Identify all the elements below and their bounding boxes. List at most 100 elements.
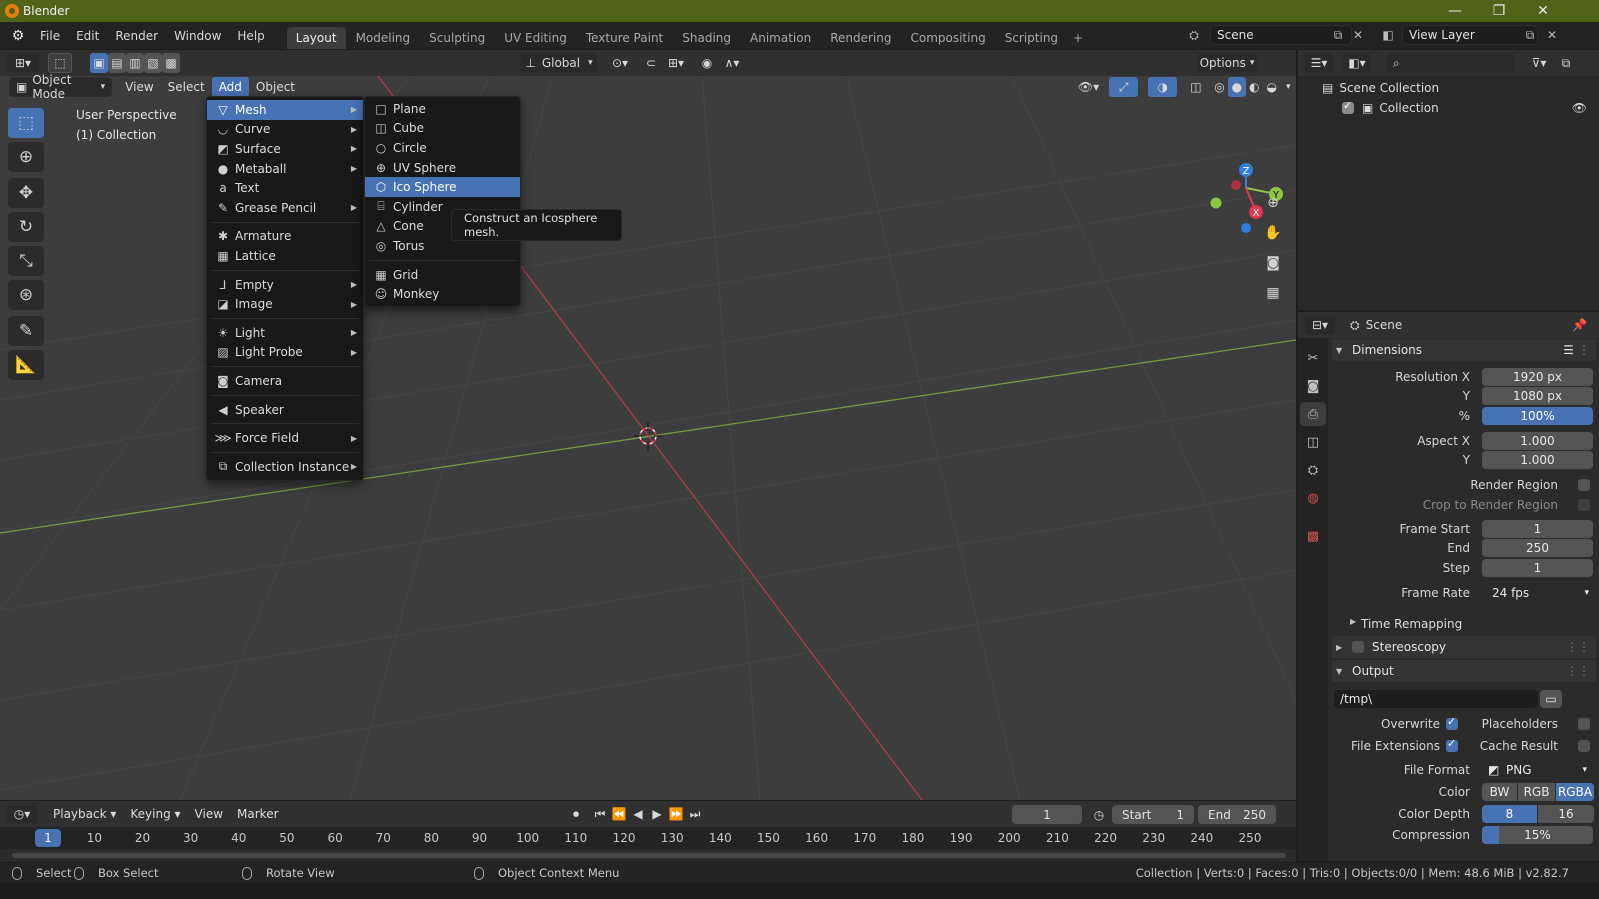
add-menu-item-text[interactable]: a Text <box>207 178 363 198</box>
visibility-icon[interactable]: 👁▾ <box>1074 77 1103 97</box>
maximize-button[interactable]: ❐ <box>1477 0 1521 22</box>
overwrite-checkbox[interactable] <box>1446 715 1458 730</box>
wireframe-shading-icon[interactable]: ◎ <box>1211 77 1228 97</box>
add-menu-item-force-field[interactable]: ⋙ Force Field ▶ <box>207 428 363 448</box>
drag-handle-icon[interactable]: ⋮⋮ <box>1566 343 1590 357</box>
color-rgb-button[interactable]: RGB <box>1518 783 1555 801</box>
compression-slider[interactable]: 15% <box>1482 826 1593 844</box>
tab-texture-paint[interactable]: Texture Paint <box>577 27 672 49</box>
3d-viewport[interactable]: ⊞▾ ⬚ ▣ ▤ ▥ ▧ ▩ ⊥ Global ▾ ⊙▾ ⊂ ⊞▾ ◉ ∧▾ Opt… <box>0 50 1296 800</box>
add-workspace-button[interactable]: + <box>1068 27 1088 49</box>
mesh-menu-item-cube[interactable]: ◫ Cube <box>365 119 520 139</box>
scene-collection-row[interactable]: ▤ Scene Collection <box>1298 78 1599 98</box>
add-menu-item-metaball[interactable]: ● Metaball ▶ <box>207 159 363 179</box>
frame-start-field[interactable]: 1 <box>1482 520 1593 538</box>
view-layer-selector[interactable]: View Layer <box>1402 25 1538 45</box>
mesh-menu-item-ico-sphere[interactable]: ⬡ Ico Sphere <box>365 177 520 197</box>
frame-rate-dropdown[interactable]: 24 fps ▾ <box>1484 584 1595 602</box>
proportional-falloff-icon[interactable]: ∧▾ <box>718 53 746 73</box>
tab-scripting[interactable]: Scripting <box>996 27 1067 49</box>
delete-view-layer-icon[interactable]: ✕ <box>1542 25 1562 45</box>
viewport-menu-select[interactable]: Select <box>161 77 212 97</box>
collection-row[interactable]: ▣ Collection 👁 <box>1298 98 1599 118</box>
output-path-input[interactable]: /tmp\ <box>1334 690 1538 708</box>
record-icon[interactable]: ⏺ <box>566 804 586 824</box>
snap-toggle-icon[interactable]: ⊂ <box>640 53 662 73</box>
select-subtract-mode-icon[interactable]: ▥ <box>126 53 144 73</box>
timeline-editor[interactable]: ◷▾ Playback ▾ Keying ▾ View Marker ⏺ ⏮ ⏪… <box>0 801 1296 862</box>
timeline-menu-marker[interactable]: Marker <box>230 804 285 824</box>
frame-step-field[interactable]: 1 <box>1482 559 1593 577</box>
tab-sculpting[interactable]: Sculpting <box>420 27 494 49</box>
move-tool-icon[interactable]: ✥ <box>8 178 44 208</box>
timeline-editor-type-icon[interactable]: ◷▾ <box>6 804 38 824</box>
cursor-tool-icon[interactable]: ⊕ <box>8 142 44 172</box>
filter-icon[interactable]: ⊽▾ <box>1524 53 1554 73</box>
end-frame-field[interactable]: End 250 <box>1198 805 1276 824</box>
playhead-frame[interactable]: 1 <box>35 829 61 847</box>
render-tab-icon[interactable]: ◙ <box>1300 374 1326 398</box>
folder-icon[interactable]: ▭ <box>1540 690 1562 708</box>
add-menu-item-image[interactable]: ◪ Image ▶ <box>207 294 363 314</box>
color-bw-button[interactable]: BW <box>1482 783 1517 801</box>
timeline-menu-view[interactable]: View <box>188 804 230 824</box>
placeholders-checkbox[interactable] <box>1578 718 1590 730</box>
select-box-tool-icon[interactable]: ⬚ <box>8 108 44 138</box>
close-button[interactable]: ✕ <box>1521 0 1565 22</box>
world-tab-icon[interactable]: ◍ <box>1300 486 1326 510</box>
play-reverse-icon[interactable]: ◀ <box>630 804 646 824</box>
menu-edit[interactable]: Edit <box>68 25 107 47</box>
time-remapping-row[interactable]: ▶ Time Remapping <box>1332 615 1596 634</box>
add-menu-item-camera[interactable]: ◙ Camera <box>207 371 363 391</box>
outliner[interactable]: ☰▾ ◧▾ ⌕ ⊽▾ ⧉ ▤ Scene Collection ▣ Collec… <box>1298 50 1599 310</box>
tab-uv-editing[interactable]: UV Editing <box>495 27 576 49</box>
measure-tool-icon[interactable]: 📐 <box>8 350 44 380</box>
preview-range-icon[interactable]: ◷ <box>1090 805 1108 825</box>
properties-editor[interactable]: ⊟▾ ⛭ Scene 📌 ✂ ◙ ⎙ ◫ ⛭ ◍ ▩ ▼ Dimensions ☰… <box>1298 312 1599 861</box>
rotate-tool-icon[interactable]: ↻ <box>8 212 44 242</box>
shading-options-icon[interactable]: ▾ <box>1281 77 1296 97</box>
add-menu-item-armature[interactable]: ✱ Armature <box>207 227 363 247</box>
neg-y-axis-icon[interactable] <box>1210 197 1222 209</box>
pin-icon[interactable]: 📌 <box>1572 318 1587 332</box>
add-menu-item-collection-instance[interactable]: ⧉ Collection Instance ▶ <box>207 457 363 477</box>
neg-z-axis-icon[interactable] <box>1241 223 1251 233</box>
transform-orientation-dropdown[interactable]: ⊥ Global ▾ <box>520 53 598 73</box>
crop-region-checkbox[interactable] <box>1578 499 1590 511</box>
stereoscopy-checkbox[interactable] <box>1352 641 1364 653</box>
viewport-menu-object[interactable]: Object <box>249 77 302 97</box>
tab-modeling[interactable]: Modeling <box>347 27 420 49</box>
dimensions-panel-header[interactable]: ▼ Dimensions ☰ ⋮⋮ <box>1332 339 1596 361</box>
editor-type-icon[interactable]: ⊞▾ <box>6 53 40 73</box>
mesh-menu-item-uv-sphere[interactable]: ⊕ UV Sphere <box>365 158 520 178</box>
tab-compositing[interactable]: Compositing <box>901 27 994 49</box>
select-tool-icon[interactable]: ⬚ <box>48 53 72 73</box>
prev-keyframe-icon[interactable]: ⏪ <box>611 804 627 824</box>
snap-target-icon[interactable]: ⊞▾ <box>662 53 690 73</box>
solid-shading-icon[interactable]: ● <box>1228 77 1246 97</box>
eye-icon[interactable]: 👁 <box>1572 101 1587 115</box>
object-mode-dropdown[interactable]: ▣ Object Mode ▾ <box>9 73 113 101</box>
menu-render[interactable]: Render <box>107 25 166 47</box>
viewport-menu-add[interactable]: Add <box>211 77 249 97</box>
view-layer-tab-icon[interactable]: ◫ <box>1300 430 1326 454</box>
transform-tool-icon[interactable]: ⊛ <box>8 280 44 310</box>
neg-x-axis-icon[interactable] <box>1231 180 1241 190</box>
proportional-edit-icon[interactable]: ◉ <box>696 53 718 73</box>
aspect-x-field[interactable]: 1.000 <box>1482 432 1593 450</box>
xray-toggle-icon[interactable]: ◫ <box>1187 77 1204 97</box>
tab-rendering[interactable]: Rendering <box>821 27 900 49</box>
select-intersect-mode-icon[interactable]: ▩ <box>162 53 180 73</box>
pivot-point-icon[interactable]: ⊙▾ <box>606 53 634 73</box>
jump-start-icon[interactable]: ⏮ <box>592 804 608 824</box>
timeline-scrollbar[interactable] <box>12 853 1286 858</box>
next-keyframe-icon[interactable]: ⏩ <box>668 804 684 824</box>
stereoscopy-panel-header[interactable]: ▶ Stereoscopy ⋮⋮ <box>1332 636 1596 658</box>
new-scene-icon[interactable]: ⧉ <box>1328 25 1348 45</box>
jump-end-icon[interactable]: ⏭ <box>687 804 703 824</box>
add-menu-item-grease-pencil[interactable]: ✎ Grease Pencil ▶ <box>207 198 363 218</box>
file-extensions-checkbox[interactable] <box>1446 737 1458 752</box>
zoom-view-icon[interactable]: ⊕ <box>1260 190 1286 216</box>
output-panel-header[interactable]: ▼ Output ⋮⋮ <box>1332 660 1596 682</box>
delete-scene-icon[interactable]: ✕ <box>1348 25 1368 45</box>
